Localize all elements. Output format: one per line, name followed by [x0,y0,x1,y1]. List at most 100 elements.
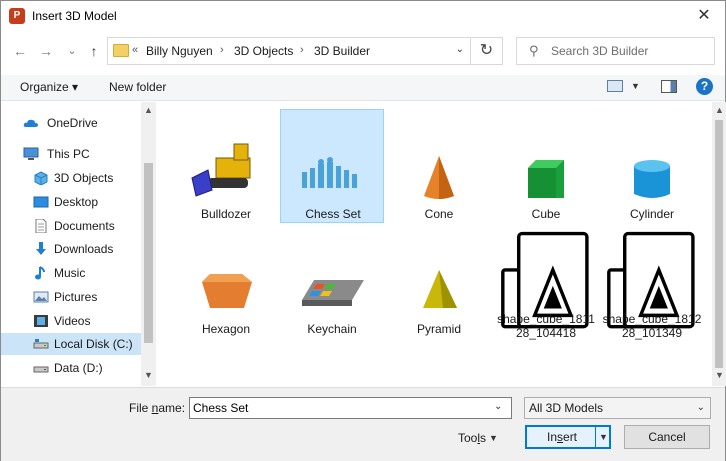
insert-options-dropdown-icon[interactable]: ▼ [599,432,608,442]
new-folder-button[interactable]: New folder [109,80,166,94]
nav-item-label: Videos [54,314,91,328]
search-input[interactable] [551,42,711,60]
cloud-icon [23,119,38,127]
file-name: Hexagon [201,322,251,336]
insert-button[interactable]: Insert ▼ [525,425,611,449]
file-item-hexagon[interactable]: Hexagon [174,226,278,340]
close-button[interactable]: ✕ [693,5,715,27]
scroll-down-icon[interactable]: ▼ [715,370,724,380]
file-name: Chess Set [305,207,361,221]
refresh-button[interactable]: ↻ [471,37,503,65]
nav-item-documents[interactable]: Documents [1,215,141,237]
nav-item-this-pc[interactable]: This PC [1,143,141,165]
file-name-input[interactable] [189,397,512,419]
cylinder-icon [634,160,670,198]
folder-icon [113,44,129,57]
nav-item-label: Data (D:) [54,361,103,375]
nav-item-label: Local Disk (C:) [54,337,133,351]
chevron-down-icon: ⌄ [67,45,77,57]
file-name-line: 28_101349 [621,326,683,340]
file-type-filter-value: All 3D Models [529,401,604,415]
cancel-button[interactable]: Cancel [624,425,710,449]
file-name: Cone [424,207,454,221]
nav-item-label: This PC [47,147,90,161]
scrollbar-thumb[interactable] [715,120,723,368]
nav-item-videos[interactable]: Videos [1,310,141,332]
scroll-up-icon[interactable]: ▲ [715,105,724,115]
nav-item-pictures[interactable]: Pictures [1,286,141,308]
nav-item-label: Downloads [54,242,114,256]
pyramid-icon [423,270,457,308]
help-icon[interactable]: ? [696,78,713,95]
command-bar: Organize ▾ New folder ▼ ? [1,75,725,101]
scroll-down-icon[interactable]: ▼ [144,370,153,380]
breadcrumb-item[interactable]: 3D Builder [314,44,370,58]
up-button[interactable]: ↑ [85,41,103,61]
nav-item-music[interactable]: Music [1,262,141,284]
nav-item-label: Pictures [54,290,98,304]
file-item-chess-set[interactable]: Chess Set [280,109,384,223]
file-name-line: shape_cube_1811 [497,312,595,326]
nav-item-local-disk-c[interactable]: Local Disk (C:) [1,333,141,355]
nav-item-desktop[interactable]: Desktop [1,191,141,213]
bulldozer-icon [191,143,251,197]
file-name-line: 28_104418 [515,326,577,340]
nav-item-label: Music [54,266,86,280]
file-name: Bulldozer [200,207,252,221]
file-name: shape_cube_1812 28_101349 [600,312,704,340]
forward-button[interactable]: → [37,41,55,61]
file-item-shape-cube-2[interactable]: shape_cube_1812 28_101349 [600,226,704,340]
file-name: Pyramid [416,322,461,336]
file-name: Keychain [307,322,357,336]
document-icon [35,219,47,233]
scroll-up-icon[interactable]: ▲ [144,105,153,115]
file-item-cube[interactable]: Cube [494,110,598,224]
breadcrumb-separator-icon[interactable]: › [220,44,224,56]
change-view-icon[interactable] [607,80,623,92]
powerpoint-app-icon: P [9,8,25,24]
file-item-keychain[interactable]: Keychain [280,226,384,340]
file-item-cylinder[interactable]: Cylinder [600,110,704,224]
address-bar[interactable]: « Billy Nguyen › 3D Objects › 3D Builder… [107,37,471,65]
breadcrumb-overflow-icon[interactable]: « [132,44,138,56]
preview-pane-icon[interactable] [661,80,677,93]
file-list: Bulldozer Chess Set Cone Cube Cylinder H… [158,102,712,386]
file-item-pyramid[interactable]: Pyramid [387,226,491,340]
file-item-shape-cube-1[interactable]: shape_cube_1811 28_104418 [494,226,598,340]
navigation-pane: OneDrive This PC 3D Objects Desktop Docu… [1,102,156,386]
recent-locations-button[interactable]: ⌄ [63,41,81,61]
tools-menu-button[interactable]: Tools [458,431,486,445]
file-type-filter-select[interactable]: All 3D Models ⌄ [524,397,711,419]
search-box[interactable]: ⚲ [516,37,715,65]
up-arrow-icon: ↑ [90,43,98,59]
nav-item-label: OneDrive [47,116,98,130]
nav-item-3d-objects[interactable]: 3D Objects [1,167,141,189]
file-item-cone[interactable]: Cone [387,110,491,224]
nav-item-data-d[interactable]: Data (D:) [1,357,141,379]
nav-item-label: Documents [54,219,115,233]
back-button[interactable]: ← [11,41,29,61]
nav-item-downloads[interactable]: Downloads [1,238,141,260]
title-bar: P Insert 3D Model ✕ [1,1,725,32]
breadcrumb-separator-icon[interactable]: › [300,44,304,56]
video-icon [34,315,48,327]
nav-pane-scrollbar[interactable]: ▲ ▼ [141,102,156,386]
cube-icon [34,171,48,185]
tools-dropdown-icon[interactable]: ▼ [489,433,498,443]
back-arrow-icon: ← [13,43,27,59]
nav-item-onedrive[interactable]: OneDrive [1,112,141,134]
breadcrumb-item[interactable]: Billy Nguyen [146,44,213,58]
scrollbar-thumb[interactable] [144,163,153,343]
download-icon [36,242,46,255]
address-dropdown-icon[interactable]: ⌄ [456,44,464,55]
keychain-icon [302,280,364,306]
view-options-dropdown[interactable]: ▼ [631,81,640,91]
file-list-scrollbar[interactable]: ▲ ▼ [712,102,726,386]
file-item-bulldozer[interactable]: Bulldozer [174,110,278,224]
organize-menu[interactable]: Organize ▾ [20,80,78,94]
chevron-down-icon[interactable]: ⌄ [494,401,502,412]
breadcrumb-item[interactable]: 3D Objects [234,44,293,58]
nav-item-label: Desktop [54,195,99,209]
chevron-down-icon: ⌄ [696,402,705,413]
drive-icon [33,339,49,349]
